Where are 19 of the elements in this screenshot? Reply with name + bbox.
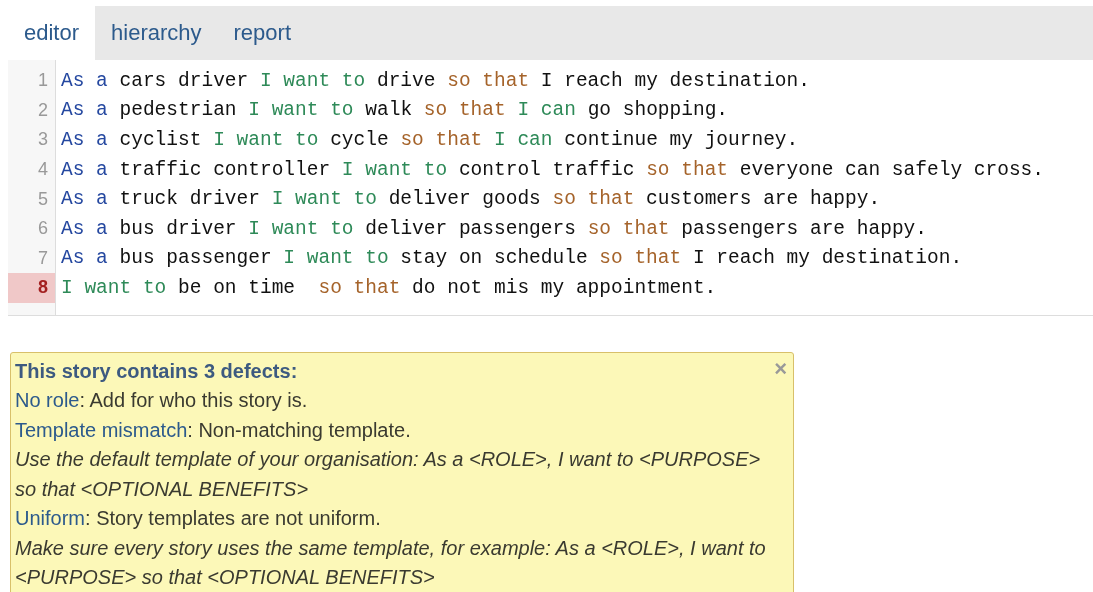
tab[interactable]: editor bbox=[8, 6, 96, 60]
code-line: As a traffic controller I want to control traffic so that everyone can safely cross. bbox=[60, 158, 1044, 181]
code-editor[interactable] bbox=[8, 60, 1093, 316]
line-number: 8 bbox=[8, 273, 56, 303]
code-line: As a bus passenger I want to stay on schedule so that I reach my destination. bbox=[60, 247, 963, 270]
defect-message: Template mismatch: Non-matching template. bbox=[15, 417, 412, 443]
hint-text: Use the default template of your organisation: As a <ROLE>, I want to <PURPOSE> so that <OPTIONAL BENEFITS> bbox=[15, 447, 762, 502]
tab[interactable]: report bbox=[217, 6, 307, 60]
defects-title: This story contains 3 defects: bbox=[15, 358, 298, 384]
code-line: As a cyclist I want to cycle so that I can continue my journey. bbox=[60, 129, 799, 151]
defect-message: No role: Add for who this story is. bbox=[15, 388, 309, 414]
code-line: I want to be on time so that do not mis my appointment. bbox=[60, 276, 717, 299]
code-line: As a bus driver I want to deliver passengers so that passengers are happy. bbox=[60, 217, 927, 240]
hint-text: Make sure every story uses the same template, for example: As a <ROLE>, I want to <PURPOSE> so that <OPTIONAL BENEFITS> bbox=[15, 535, 767, 591]
defect-message: Uniform: Story templates are not uniform. bbox=[15, 506, 382, 532]
code-line: As a cars driver I want to drive so that I reach my destination. bbox=[60, 69, 810, 92]
code-line: As a pedestrian I want to walk so that I can go shopping. bbox=[60, 99, 729, 122]
tab[interactable]: hierarchy bbox=[95, 6, 218, 60]
code-line: As a truck driver I want to deliver goods so that customers are happy. bbox=[60, 188, 881, 211]
